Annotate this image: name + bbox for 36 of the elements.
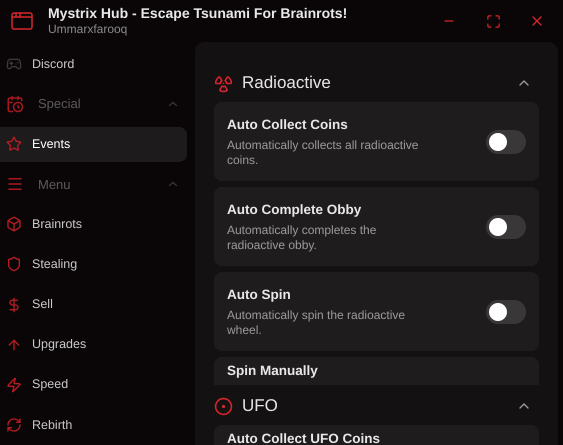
calendar-icon [6,95,24,114]
setting-description: Automatically collects all radioactive coins. [227,138,420,168]
cube-icon [6,216,22,232]
sidebar-group-label: Special [38,95,81,114]
setting-title: Auto Collect Coins [227,116,349,134]
setting-description: Automatically completes the radioactive obby. [227,223,378,254]
sidebar-item[interactable]: Brainrots [0,206,187,242]
lightning-icon [6,376,22,393]
target-icon [214,396,233,416]
star-icon [6,136,22,152]
radiation-icon [214,74,233,92]
sidebar-item[interactable]: Speed [0,367,187,402]
setting-description: Automatically spin the radioactive wheel. [227,308,406,338]
sidebar-item[interactable]: Sell [0,287,187,322]
setting-title: Spin Manually [227,362,318,380]
sidebar-item[interactable]: Events [0,126,187,162]
setting-title: Auto Collect UFO Coins [227,430,380,445]
setting-title: Auto Spin [227,286,292,304]
toggle-switch[interactable] [486,300,526,324]
section-title: UFO [242,395,278,418]
sidebar-group-label: Menu [38,176,71,194]
maximize-icon [486,14,500,28]
sidebar-item[interactable]: Discord [0,46,187,82]
section-title: Radioactive [242,72,331,94]
sidebar-item[interactable]: Rebirth [0,407,187,442]
toggle-switch[interactable] [486,214,526,238]
toggle-switch[interactable] [486,130,526,154]
window-title: Mystrix Hub - Escape Tsunami For Brainrots! [48,4,348,22]
arrow-up-icon [6,336,22,353]
window-subtitle: Ummarxfarooq [48,22,128,38]
gamepad-icon [6,56,22,72]
setting-title: Auto Complete Obby [227,200,362,219]
shield-icon [6,256,22,272]
sidebar-item[interactable]: Stealing [0,246,187,282]
sidebar-item[interactable]: Upgrades [0,327,187,362]
refresh-icon [6,416,22,433]
